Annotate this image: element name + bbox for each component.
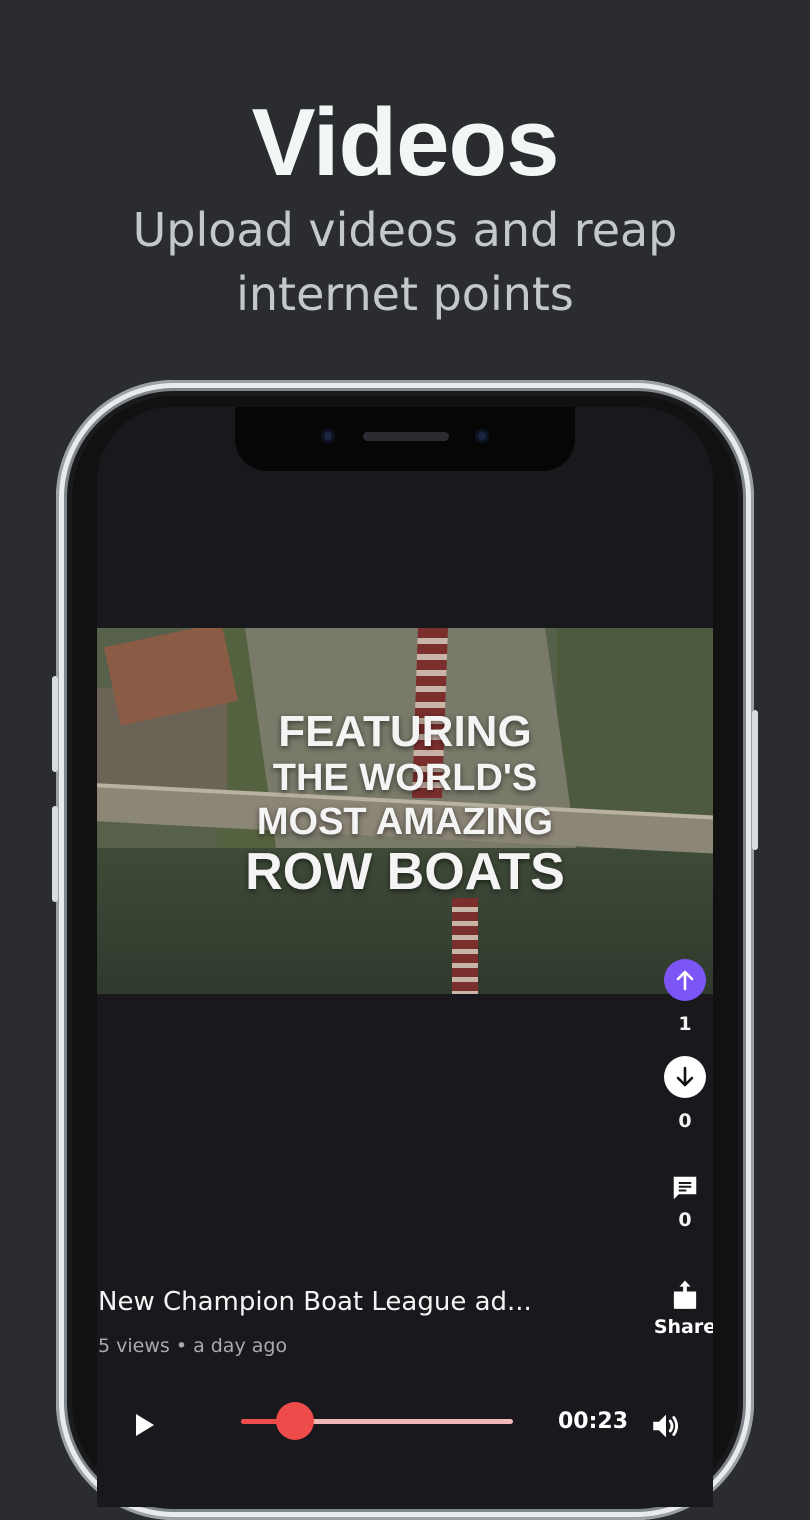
upvote-action: 1 [663, 959, 707, 1035]
video-time: 00:23 [558, 1409, 629, 1434]
video-title[interactable]: New Champion Boat League ad... [98, 1287, 538, 1317]
video-caption: FEATURING THE WORLD'S MOST AMAZING ROW B… [97, 707, 713, 901]
downvote-button[interactable] [664, 1056, 706, 1098]
caption-line: ROW BOATS [245, 843, 565, 901]
comment-icon [673, 1176, 697, 1200]
caption-line: THE WORLD'S [272, 757, 538, 799]
camera-icon [475, 429, 489, 443]
upvote-count: 1 [678, 1013, 692, 1035]
seek-thumb[interactable] [276, 1402, 315, 1440]
camera-icon [321, 429, 335, 443]
volume-icon [653, 1414, 679, 1438]
page-subtitle: Upload videos and reap internet points [0, 198, 810, 326]
phone-side-button [52, 676, 58, 772]
share-button[interactable]: Share [653, 1278, 713, 1338]
comment-action: 0 [663, 1173, 707, 1231]
video-player[interactable]: FEATURING THE WORLD'S MOST AMAZING ROW B… [97, 628, 713, 994]
phone-screen: FEATURING THE WORLD'S MOST AMAZING ROW B… [97, 407, 713, 1507]
seek-bar[interactable] [241, 1402, 513, 1440]
phone-side-button [52, 806, 58, 902]
share-icon [673, 1280, 697, 1309]
arrow-down-icon [676, 1066, 694, 1087]
page-title: Videos [251, 89, 559, 196]
play-icon [136, 1414, 154, 1436]
downvote-action: 0 [663, 1056, 707, 1132]
subtitle-line-1: Upload videos and reap [132, 203, 678, 257]
play-button[interactable] [133, 1412, 157, 1442]
volume-button[interactable] [649, 1409, 683, 1447]
speaker-grille [363, 432, 449, 441]
phone-side-button [752, 710, 758, 850]
arrow-up-icon [676, 970, 694, 991]
downvote-count: 0 [678, 1110, 692, 1132]
upvote-button[interactable] [664, 959, 706, 1001]
share-label: Share [653, 1316, 713, 1338]
subtitle-line-2: internet points [236, 267, 574, 321]
comment-count: 0 [678, 1209, 692, 1231]
comment-button[interactable] [663, 1173, 707, 1205]
phone-notch [235, 407, 575, 471]
caption-line: MOST AMAZING [256, 801, 554, 843]
caption-line: FEATURING [278, 707, 532, 756]
video-scene [452, 898, 478, 994]
video-meta: 5 views • a day ago [98, 1335, 288, 1357]
